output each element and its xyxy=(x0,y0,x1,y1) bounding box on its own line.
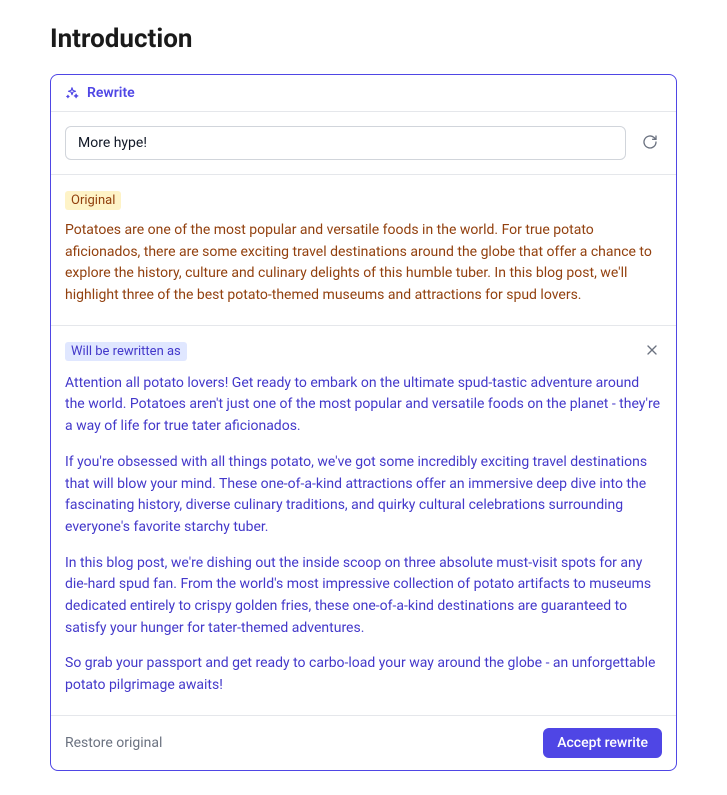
rewritten-text: Attention all potato lovers! Get ready t… xyxy=(65,373,662,697)
refresh-button[interactable] xyxy=(638,130,662,157)
rewritten-section: Will be rewritten as Attention all potat… xyxy=(51,326,676,716)
original-text: Potatoes are one of the most popular and… xyxy=(65,220,662,307)
footer-actions: Restore original Accept rewrite xyxy=(51,716,676,770)
rewrite-header: Rewrite xyxy=(51,75,676,112)
rewritten-paragraph: So grab your passport and get ready to c… xyxy=(65,653,662,696)
accept-rewrite-button[interactable]: Accept rewrite xyxy=(543,728,662,758)
rewrite-card: Rewrite Original Potatoes are one of the… xyxy=(50,74,677,771)
rewritten-badge: Will be rewritten as xyxy=(65,342,187,361)
rewritten-paragraph: If you're obsessed with all things potat… xyxy=(65,452,662,539)
close-icon xyxy=(644,342,660,361)
sparkle-icon xyxy=(65,86,79,100)
prompt-input[interactable] xyxy=(65,126,626,160)
page-title: Introduction xyxy=(50,24,677,54)
rewrite-label: Rewrite xyxy=(87,85,135,101)
rewritten-header-row: Will be rewritten as xyxy=(65,340,662,363)
refresh-icon xyxy=(642,134,658,153)
original-section: Original Potatoes are one of the most po… xyxy=(51,175,676,326)
original-badge: Original xyxy=(65,191,121,210)
rewritten-paragraph: Attention all potato lovers! Get ready t… xyxy=(65,373,662,438)
close-button[interactable] xyxy=(642,340,662,363)
restore-original-button[interactable]: Restore original xyxy=(65,735,162,751)
prompt-row xyxy=(51,112,676,175)
rewritten-paragraph: In this blog post, we're dishing out the… xyxy=(65,553,662,640)
